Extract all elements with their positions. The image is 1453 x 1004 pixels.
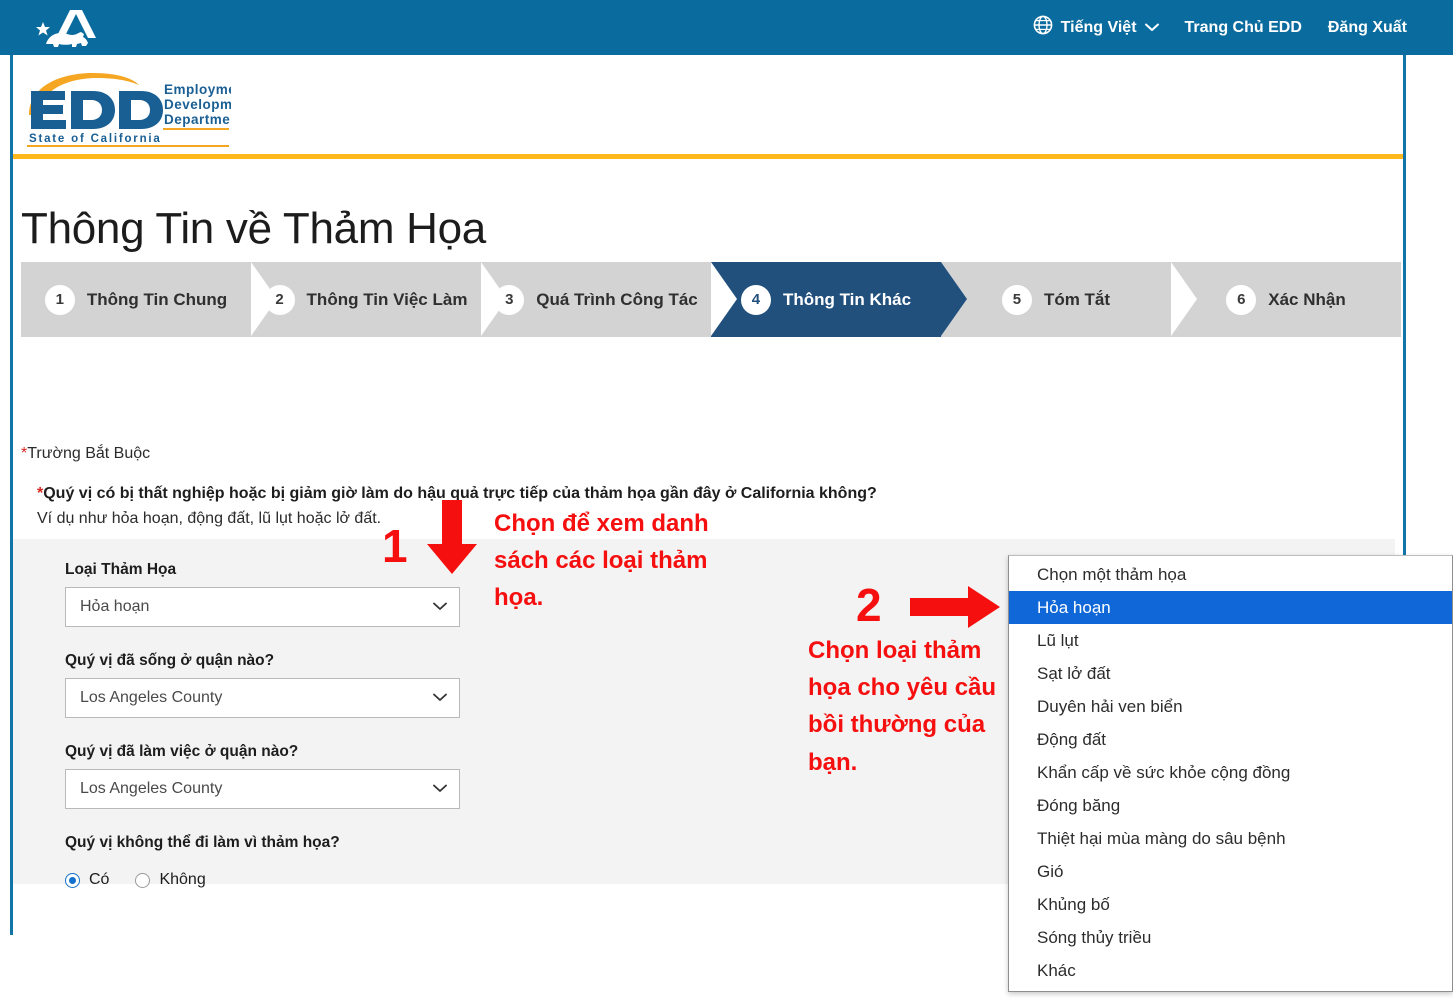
- step-2-label: Thông Tin Việc Làm: [306, 289, 468, 309]
- unable-work-label: Quý vị không thể đi làm vì thảm họa?: [65, 834, 340, 851]
- dropdown-option-12[interactable]: Khác: [1009, 954, 1452, 987]
- unable-work-yes-label: Có: [89, 871, 110, 888]
- step-3[interactable]: 3 Quá Trình Công Tác: [481, 262, 737, 337]
- lived-county-field: Quý vị đã sống ở quận nào? Los Angeles C…: [65, 652, 460, 718]
- dropdown-option-11[interactable]: Sóng thủy triều: [1009, 921, 1452, 954]
- step-1[interactable]: 1 Thông Tin Chung: [21, 262, 277, 337]
- california-state-logo[interactable]: [18, 6, 104, 50]
- step-6-label: Xác Nhận: [1268, 289, 1346, 309]
- worked-county-field: Quý vị đã làm việc ở quận nào? Los Angel…: [65, 743, 460, 809]
- dropdown-option-1-selected[interactable]: Hỏa hoạn: [1009, 591, 1452, 624]
- svg-text:Development: Development: [164, 97, 231, 112]
- dropdown-option-4[interactable]: Duyên hải ven biển: [1009, 690, 1452, 723]
- disaster-type-value: Hỏa hoạn: [80, 598, 150, 615]
- lived-county-select[interactable]: Los Angeles County: [65, 678, 460, 718]
- unable-work-radio-group: Có Không: [65, 871, 206, 889]
- step-1-number: 1: [44, 284, 75, 315]
- top-navigation: Tiếng Việt Trang Chủ EDD Đăng Xuất: [1033, 0, 1407, 55]
- chevron-down-icon: [1144, 19, 1159, 37]
- dropdown-option-3[interactable]: Sạt lở đất: [1009, 657, 1452, 690]
- edd-logo[interactable]: Employment Development Department State …: [21, 63, 254, 147]
- step-2-number: 2: [264, 284, 295, 315]
- annotation-2-number: 2: [856, 579, 882, 631]
- chevron-down-icon: [433, 689, 447, 707]
- globe-icon: [1033, 15, 1053, 40]
- dropdown-option-6[interactable]: Khẩn cấp về sức khỏe cộng đồng: [1009, 756, 1452, 789]
- dropdown-option-7[interactable]: Đóng băng: [1009, 789, 1452, 822]
- annotation-1-text: Chọn để xem danh sách các loại thảm họa.: [494, 510, 709, 612]
- step-2[interactable]: 2 Thông Tin Việc Làm: [251, 262, 507, 337]
- top-utility-bar: Tiếng Việt Trang Chủ EDD Đăng Xuất: [0, 0, 1453, 55]
- unable-work-no[interactable]: Không: [135, 871, 206, 889]
- page-title: Thông Tin về Thảm Họa: [21, 204, 486, 254]
- svg-text:Department: Department: [164, 112, 231, 127]
- unable-work-yes[interactable]: Có: [65, 871, 109, 889]
- arrow-right-icon: [910, 586, 1002, 628]
- arrow-down-icon: [424, 500, 480, 576]
- step-6-number: 6: [1226, 284, 1257, 315]
- step-5[interactable]: 5 Tóm Tắt: [941, 262, 1197, 337]
- step-4-number: 4: [740, 284, 771, 315]
- svg-text:Employment: Employment: [164, 82, 231, 97]
- edd-logo-band: Employment Development Department State …: [13, 55, 1403, 159]
- dropdown-option-5[interactable]: Động đất: [1009, 723, 1452, 756]
- annotation-2-text: Chọn loại thảm họa cho yêu cầu bồi thườn…: [808, 637, 997, 776]
- logout-link[interactable]: Đăng Xuất: [1328, 19, 1407, 37]
- worked-county-value: Los Angeles County: [80, 780, 223, 797]
- step-1-label: Thông Tin Chung: [86, 289, 228, 309]
- lived-county-value: Los Angeles County: [80, 689, 223, 706]
- radio-unselected-icon[interactable]: [135, 872, 151, 888]
- language-label: Tiếng Việt: [1060, 18, 1137, 36]
- dropdown-option-9[interactable]: Gió: [1009, 855, 1452, 888]
- main-question: *Quý vị có bị thất nghiệp hoặc bị giảm g…: [37, 483, 1357, 505]
- chevron-down-icon: [433, 780, 447, 798]
- dropdown-option-2[interactable]: Lũ lụt: [1009, 624, 1452, 657]
- orange-divider: [13, 154, 1403, 159]
- language-selector[interactable]: Tiếng Việt: [1033, 15, 1159, 40]
- chevron-down-icon: [433, 598, 447, 616]
- worked-county-label: Quý vị đã làm việc ở quận nào?: [65, 743, 299, 760]
- dropdown-option-10[interactable]: Khủng bố: [1009, 888, 1452, 921]
- disaster-type-select[interactable]: Hỏa hoạn: [65, 587, 460, 627]
- step-5-number: 5: [1001, 284, 1032, 315]
- step-3-label: Quá Trình Công Tác: [536, 289, 698, 309]
- dropdown-option-0[interactable]: Chọn một thảm họa: [1009, 558, 1452, 591]
- dropdown-option-8[interactable]: Thiệt hại mùa màng do sâu bệnh: [1009, 822, 1452, 855]
- step-4-active[interactable]: 4 Thông Tin Khác: [711, 262, 967, 337]
- annotation-1-number: 1: [382, 520, 408, 572]
- step-3-number: 3: [494, 284, 525, 315]
- step-4-label: Thông Tin Khác: [782, 289, 912, 309]
- progress-steps: 1 Thông Tin Chung 2 Thông Tin Việc Làm 3…: [21, 262, 1401, 337]
- edd-home-link[interactable]: Trang Chủ EDD: [1185, 19, 1302, 37]
- disaster-type-dropdown-list[interactable]: Chọn một thảm họa Hỏa hoạn Lũ lụt Sạt lở…: [1008, 555, 1453, 992]
- required-note-text: Trường Bắt Buộc: [27, 445, 151, 462]
- edd-disaster-information-page: Tiếng Việt Trang Chủ EDD Đăng Xuất Emplo…: [0, 0, 1453, 1004]
- step-5-label: Tóm Tắt: [1043, 289, 1111, 309]
- worked-county-select[interactable]: Los Angeles County: [65, 769, 460, 809]
- lived-county-label: Quý vị đã sống ở quận nào?: [65, 652, 275, 669]
- step-6[interactable]: 6 Xác Nhận: [1171, 262, 1401, 337]
- radio-selected-icon[interactable]: [65, 872, 80, 888]
- required-field-note: *Trường Bắt Buộc: [21, 445, 150, 463]
- svg-text:State of California: State of California: [29, 133, 162, 145]
- unable-work-no-label: Không: [159, 871, 206, 888]
